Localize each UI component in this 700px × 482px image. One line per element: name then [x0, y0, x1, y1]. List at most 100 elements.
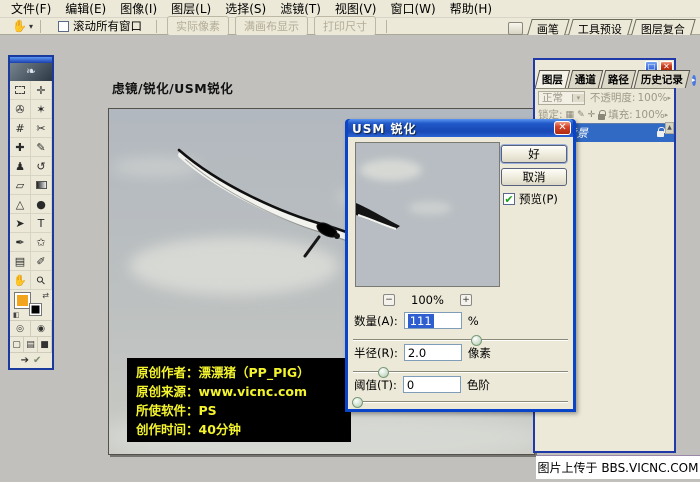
current-tool-picker[interactable]: ✋ ▾ — [12, 20, 33, 32]
tool-path-select[interactable]: ➤ — [10, 214, 31, 233]
menu-image[interactable]: 图像(I) — [113, 0, 164, 18]
tool-hand[interactable]: ✋ — [10, 271, 31, 290]
history-brush-icon: ↺ — [36, 159, 46, 173]
threshold-input[interactable]: 0 — [402, 376, 461, 393]
standard-screen-button[interactable]: ▢ — [10, 337, 24, 352]
jump-arrow-icon: ➔ — [20, 355, 29, 366]
amount-suffix: % — [467, 313, 479, 328]
tab-channels[interactable]: 通道 — [567, 70, 604, 88]
threshold-slider[interactable] — [352, 396, 568, 408]
separator — [39, 19, 41, 33]
menu-help[interactable]: 帮助(H) — [443, 0, 499, 18]
radius-input[interactable]: 2.0 — [403, 344, 462, 361]
tool-healing-brush[interactable]: ✚ — [10, 138, 31, 157]
sharpen-preview[interactable] — [355, 142, 500, 287]
cancel-button[interactable]: 取消 — [501, 168, 567, 186]
tool-move[interactable]: ✛ — [31, 81, 52, 100]
tool-pen[interactable]: ✒ — [10, 233, 31, 252]
fill-value[interactable]: 100% — [635, 109, 665, 121]
tool-history-brush[interactable]: ↺ — [31, 157, 52, 176]
jump-to-imageready-button[interactable]: ➔ ✔ — [10, 352, 52, 368]
tool-shape[interactable]: ✩ — [31, 233, 52, 252]
tool-lasso[interactable]: ✇ — [10, 100, 31, 119]
fill-label: 填充: — [608, 109, 633, 121]
menu-window[interactable]: 窗口(W) — [383, 0, 442, 18]
hand-tool-icon: ✋ — [12, 19, 27, 33]
tool-notes[interactable]: ▤ — [10, 252, 31, 271]
type-icon: T — [37, 216, 45, 230]
scroll-all-windows-checkbox[interactable] — [57, 20, 69, 32]
tool-slice[interactable]: ✂ — [31, 119, 52, 138]
lock-transparency-icon[interactable]: ▦ — [566, 110, 575, 120]
dialog-titlebar[interactable]: USM 锐化 ✕ — [348, 119, 573, 137]
preview-cloud — [360, 159, 422, 181]
notes-icon: ▤ — [14, 254, 26, 268]
scroll-all-windows-label: 滚动所有窗口 — [72, 19, 142, 33]
blend-mode-select[interactable]: 正常 ▾ — [538, 90, 585, 105]
fullscreen-menubar-button[interactable]: ▤ — [24, 337, 38, 352]
photoshop-feather-logo: ❧ — [10, 63, 52, 81]
default-colors-icon[interactable]: ◧ — [13, 311, 20, 319]
fill-arrow-icon[interactable]: ▸ — [665, 111, 669, 119]
blur-icon: △ — [15, 197, 25, 211]
menu-file[interactable]: 文件(F) — [4, 0, 58, 18]
opacity-value[interactable]: 100% — [637, 92, 667, 104]
tool-eyedropper[interactable]: ✐ — [31, 252, 52, 271]
tab-paths[interactable]: 路径 — [600, 70, 637, 88]
palette-well-icon — [508, 22, 523, 35]
pen-icon: ✒ — [15, 235, 25, 249]
tool-eraser[interactable]: ▱ — [10, 176, 31, 195]
tool-gradient[interactable] — [31, 176, 52, 195]
tool-crop[interactable]: # — [10, 119, 31, 138]
opacity-arrow-icon[interactable]: ▸ — [667, 94, 671, 102]
shape-icon: ✩ — [36, 235, 46, 249]
fullscreen-button[interactable]: ■ — [38, 337, 52, 352]
close-icon[interactable]: ✕ — [554, 121, 571, 135]
panel-menu-icon[interactable]: ▸ — [692, 75, 696, 86]
ok-button[interactable]: 好 — [501, 145, 567, 163]
amount-label: 数量(A): — [354, 313, 398, 328]
chevron-down-icon: ▾ — [571, 93, 584, 102]
credit-line: 原创作者：漂漂猪（PP_PIG） — [136, 365, 310, 380]
preview-checkbox[interactable]: ✔ — [503, 193, 515, 205]
zoom-out-button[interactable]: − — [383, 294, 395, 306]
tab-history[interactable]: 历史记录 — [633, 70, 691, 88]
fit-on-screen-button[interactable]: 满画布显示 — [234, 16, 308, 36]
amount-input[interactable]: 111 — [403, 312, 462, 329]
threshold-suffix: 色阶 — [466, 377, 490, 392]
move-icon: ✛ — [36, 83, 46, 97]
tab-layers[interactable]: 图层 — [534, 70, 571, 88]
tool-brush[interactable]: ✎ — [31, 138, 52, 157]
standard-mode-button[interactable]: ◎ — [10, 321, 31, 336]
hand-icon: ✋ — [13, 273, 27, 287]
preview-checkbox-label: 预览(P) — [519, 192, 558, 206]
lock-position-icon[interactable]: ✛ — [588, 110, 596, 120]
background-color-swatch[interactable] — [29, 303, 42, 316]
radius-suffix: 像素 — [467, 345, 491, 360]
separator — [385, 19, 387, 33]
crop-icon: # — [15, 121, 25, 135]
swap-colors-icon[interactable]: ⇄ — [42, 291, 49, 300]
tool-marquee[interactable] — [10, 81, 31, 100]
lock-pixels-icon[interactable]: ✎ — [577, 110, 585, 120]
print-size-button[interactable]: 打印尺寸 — [313, 16, 376, 36]
lock-all-icon[interactable] — [598, 109, 607, 120]
menu-edit[interactable]: 编辑(E) — [58, 0, 113, 18]
tool-clone-stamp[interactable]: ♟ — [10, 157, 31, 176]
tool-type[interactable]: T — [31, 214, 52, 233]
tool-magic-wand[interactable]: ✶ — [31, 100, 52, 119]
tool-zoom[interactable]: ⚲ — [31, 271, 52, 290]
jump-check-icon: ✔ — [33, 355, 42, 366]
quick-mask-mode-button[interactable]: ◉ — [31, 321, 52, 336]
credit-line: 原创来源：www.vicnc.com — [136, 384, 308, 399]
actual-pixels-button[interactable]: 实际像素 — [166, 16, 229, 36]
zoom-in-button[interactable]: + — [459, 294, 472, 306]
lasso-icon: ✇ — [15, 102, 25, 116]
chevron-down-icon: ▾ — [28, 21, 33, 31]
eraser-icon: ▱ — [15, 178, 25, 192]
tool-dodge[interactable]: ● — [31, 195, 52, 214]
threshold-slider-thumb[interactable] — [352, 397, 364, 408]
healing-brush-icon: ✚ — [15, 140, 25, 154]
tool-blur[interactable]: △ — [10, 195, 31, 214]
scrollbar-up-arrow[interactable]: ▲ — [665, 122, 674, 134]
